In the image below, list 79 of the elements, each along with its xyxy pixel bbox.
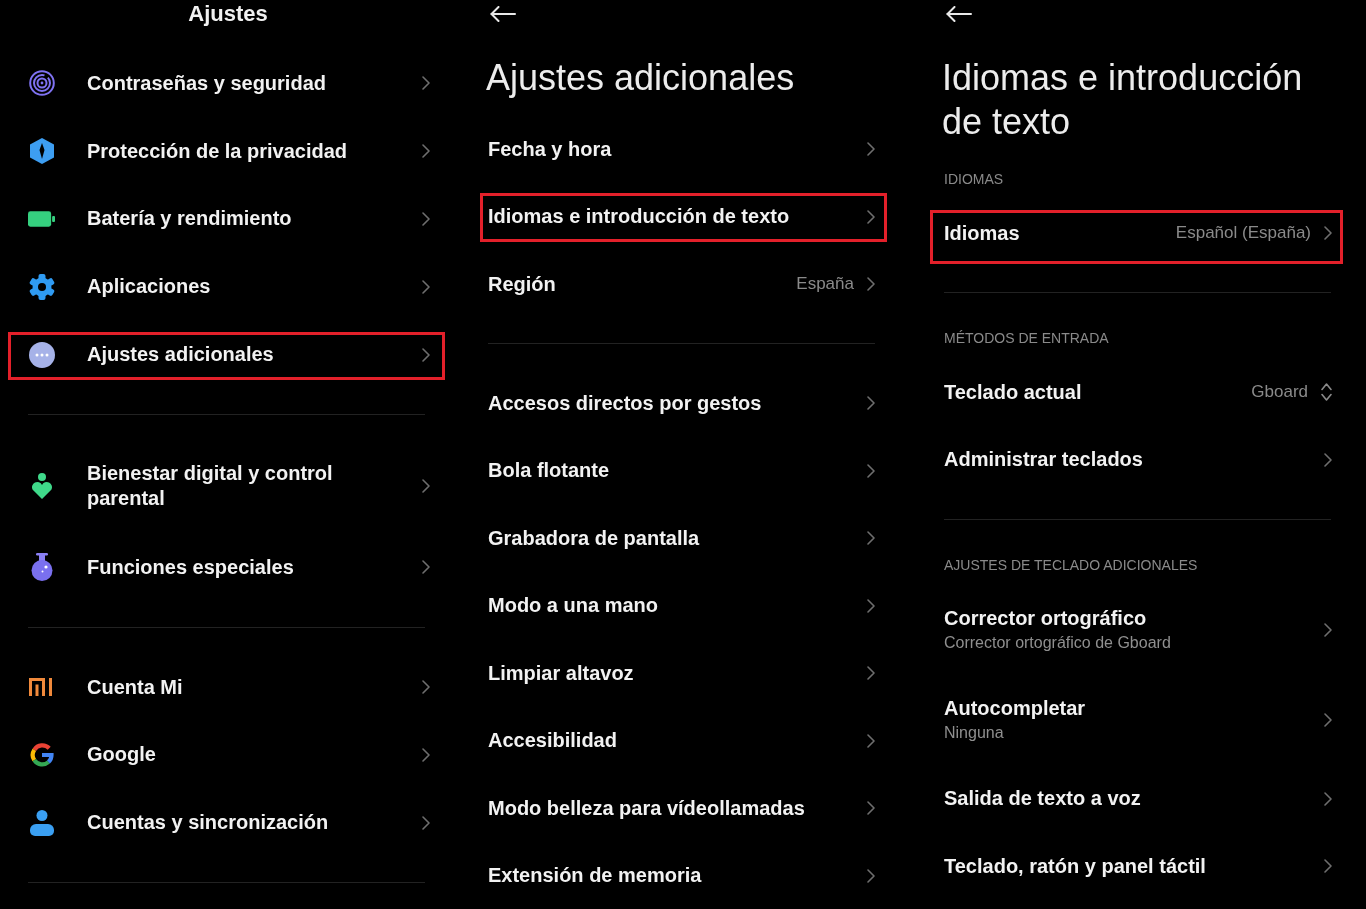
chevron-right-icon	[1324, 791, 1332, 806]
settings-item[interactable]: Funciones especiales	[0, 532, 456, 602]
settings-item[interactable]: Autocompletar Ninguna	[912, 674, 1366, 765]
settings-item[interactable]: Fecha y hora	[456, 115, 912, 183]
chevron-right-icon	[867, 733, 875, 748]
chevron-right-icon	[422, 279, 430, 294]
fingerprint-icon	[28, 70, 55, 96]
chevron-right-icon	[1324, 859, 1332, 873]
back-arrow-icon[interactable]	[490, 6, 516, 22]
chevron-right-icon	[422, 76, 430, 90]
settings-item[interactable]: Ajustes adicionales	[0, 320, 456, 389]
settings-item[interactable]: Región España	[456, 250, 912, 318]
chevron-right-icon	[422, 479, 430, 493]
settings-item[interactable]: Salida de texto a voz	[912, 764, 1366, 833]
logo-icon	[28, 678, 55, 697]
chevron-right-icon	[867, 142, 875, 156]
chevron-right-icon	[867, 801, 875, 815]
shield-icon	[29, 138, 54, 164]
settings-icon	[28, 273, 55, 300]
section-header: IDIOMAS	[944, 170, 1004, 190]
settings-item[interactable]: Bienestar digital y control parental	[0, 440, 456, 532]
section-header: MÉTODOS DE ENTRADA	[944, 329, 1109, 349]
chevron-right-icon	[422, 560, 430, 574]
chevron-right-icon	[422, 680, 430, 695]
settings-item[interactable]: Teclado actual Gboard	[912, 358, 1366, 426]
item-value: Gboard	[1251, 381, 1308, 403]
settings-item[interactable]: Batería y rendimiento	[0, 185, 456, 253]
chevron-right-icon	[1324, 452, 1332, 467]
flask-icon	[30, 553, 53, 581]
settings-item[interactable]: Idiomas e introducción de texto	[456, 182, 912, 251]
up-down-chevron-icon	[1321, 383, 1332, 401]
chevron-right-icon	[867, 868, 875, 883]
settings-item[interactable]: Cuenta Mi	[0, 653, 456, 721]
chevron-right-icon	[867, 463, 875, 478]
chevron-right-icon	[422, 211, 430, 226]
person-heart-icon	[30, 473, 53, 499]
settings-item[interactable]: Aplicaciones	[0, 252, 456, 321]
settings-item[interactable]: Grabadora de pantalla	[456, 504, 912, 572]
item-value: España	[796, 273, 854, 295]
section-header: AJUSTES DE TECLADO ADICIONALES	[944, 555, 1198, 575]
page-title: Ajustes adicionales	[486, 56, 795, 100]
settings-item[interactable]: Modo belleza para vídeollamadas	[456, 774, 912, 842]
chevron-right-icon	[1324, 712, 1332, 727]
settings-item[interactable]: Accesibilidad	[456, 706, 912, 775]
dots-circle-icon	[28, 341, 55, 368]
g-logo-icon	[29, 742, 54, 767]
person-icon	[29, 809, 54, 836]
chevron-right-icon	[867, 598, 875, 613]
chevron-right-icon	[867, 277, 875, 291]
back-arrow-icon[interactable]	[946, 6, 972, 22]
item-subtitle: Ninguna	[944, 722, 1004, 743]
settings-item[interactable]: Corrector ortográfico Corrector ortográfico de Gboard	[912, 584, 1366, 675]
settings-item[interactable]: Bola flotante	[456, 436, 912, 505]
chevron-right-icon	[867, 666, 875, 680]
chevron-right-icon	[867, 209, 875, 224]
chevron-right-icon	[1324, 622, 1332, 637]
chevron-right-icon	[422, 144, 430, 158]
settings-item[interactable]: Idiomas Español (España)	[912, 199, 1366, 267]
item-subtitle: Corrector ortográfico de Gboard	[944, 632, 1171, 653]
chevron-right-icon	[422, 347, 430, 362]
settings-item[interactable]: Teclado, ratón y panel táctil	[912, 832, 1366, 900]
chevron-right-icon	[422, 815, 430, 830]
battery-icon	[28, 210, 55, 227]
settings-item[interactable]: Google	[0, 721, 456, 789]
settings-item[interactable]: Limpiar altavoz	[456, 639, 912, 707]
settings-item[interactable]: Modo a una mano	[456, 571, 912, 640]
item-value: Español (España)	[1175, 222, 1311, 244]
screen-title: Ajustes	[188, 0, 268, 28]
settings-item[interactable]: Extensión de memoria	[456, 841, 912, 909]
settings-item[interactable]: Accesos directos por gestos	[456, 369, 912, 437]
page-title: Idiomas e introducción de texto	[942, 56, 1304, 144]
settings-item[interactable]: Protección de la privacidad	[0, 117, 456, 185]
settings-item[interactable]: Cuentas y sincronización	[0, 788, 456, 857]
chevron-right-icon	[867, 396, 875, 410]
chevron-right-icon	[1324, 226, 1332, 240]
settings-item[interactable]: Administrar teclados	[912, 425, 1366, 494]
chevron-right-icon	[867, 531, 875, 545]
settings-item[interactable]: Contraseñas y seguridad	[0, 49, 456, 117]
chevron-right-icon	[422, 747, 430, 762]
